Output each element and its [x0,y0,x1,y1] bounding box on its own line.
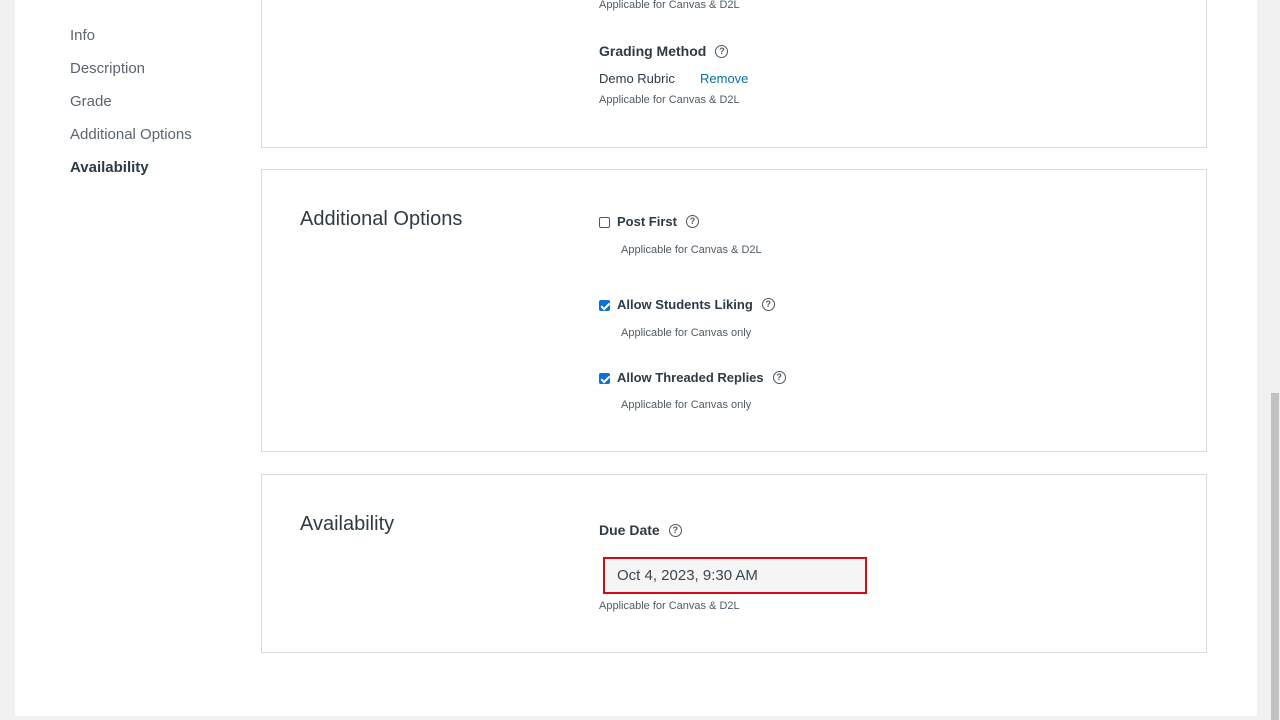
due-date-input[interactable]: Oct 4, 2023, 9:30 AM [603,557,867,594]
card-title: Availability [300,513,395,535]
nav-item-info[interactable]: Info [70,24,192,57]
nav-item-grade[interactable]: Grade [70,90,192,123]
remove-rubric-link[interactable]: Remove [700,71,748,86]
card-title: Additional Options [300,208,463,230]
question-circle-icon[interactable]: ? [761,298,775,311]
question-circle-icon[interactable]: ? [772,371,786,384]
allow-students-liking-checkbox[interactable] [599,300,610,311]
nav-item-availability[interactable]: Availability [70,156,192,189]
allow-threaded-replies-label: Allow Threaded Replies ? [617,370,786,385]
question-circle-icon[interactable]: ? [715,44,729,58]
rubric-applicable-note: Applicable for Canvas & D2L [599,94,740,106]
post-first-label: Post First ? [617,214,699,229]
rubric-name: Demo Rubric [599,71,675,86]
due-date-text: Due Date [599,522,660,538]
scrollbar-track[interactable] [1270,0,1280,720]
grade-card: Applicable for Canvas & D2L Grading Meth… [261,0,1207,148]
allow-students-liking-note: Applicable for Canvas only [621,327,752,339]
question-circle-icon[interactable]: ? [668,523,682,537]
top-applicable-note: Applicable for Canvas & D2L [599,0,740,11]
section-nav: Info Description Grade Additional Option… [70,24,192,189]
scrollbar-thumb[interactable] [1271,393,1279,720]
page-content: Info Description Grade Additional Option… [15,0,1257,716]
allow-threaded-replies-note: Applicable for Canvas only [621,399,752,411]
post-first-checkbox[interactable] [599,217,610,228]
due-date-label: Due Date ? [599,522,682,538]
allow-students-liking-label: Allow Students Liking ? [617,297,775,312]
nav-item-additional-options[interactable]: Additional Options [70,123,192,156]
allow-students-liking-text: Allow Students Liking [617,297,753,312]
nav-item-description[interactable]: Description [70,57,192,90]
post-first-text: Post First [617,214,677,229]
grading-method-label: Grading Method ? [599,43,729,59]
grading-method-text: Grading Method [599,43,707,59]
post-first-note: Applicable for Canvas & D2L [621,244,762,256]
allow-threaded-replies-text: Allow Threaded Replies [617,370,764,385]
due-date-note: Applicable for Canvas & D2L [599,600,740,612]
availability-card: Availability Due Date ? Oct 4, 2023, 9:3… [261,474,1207,653]
question-circle-icon[interactable]: ? [685,215,699,228]
additional-options-card: Additional Options Post First ? Applicab… [261,169,1207,452]
allow-threaded-replies-checkbox[interactable] [599,373,610,384]
